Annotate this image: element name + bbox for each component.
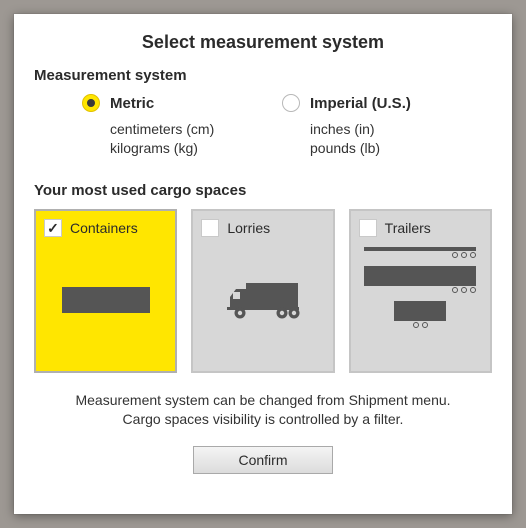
measurement-radio-group: Metric centimeters (cm) kilograms (kg) I… [34, 94, 492, 158]
measurement-option-metric[interactable]: Metric centimeters (cm) kilograms (kg) [82, 94, 282, 158]
measurement-option-imperial[interactable]: Imperial (U.S.) inches (in) pounds (lb) [282, 94, 482, 158]
cargo-section-label: Your most used cargo spaces [34, 182, 492, 199]
measurement-dialog: Select measurement system Measurement sy… [14, 14, 512, 514]
radio-imperial-label: Imperial (U.S.) [310, 95, 411, 112]
cargo-card-containers[interactable]: Containers [34, 209, 177, 373]
container-icon [62, 287, 150, 313]
checkbox-trailers[interactable] [359, 219, 377, 237]
checkbox-lorries[interactable] [201, 219, 219, 237]
card-label-lorries: Lorries [227, 220, 270, 236]
dialog-title: Select measurement system [34, 32, 492, 53]
radio-metric-sub: centimeters (cm) kilograms (kg) [82, 120, 214, 158]
radio-metric-icon[interactable] [82, 94, 100, 112]
radio-imperial-sub: inches (in) pounds (lb) [282, 120, 380, 158]
trailer-icon [359, 243, 482, 328]
measurement-section-label: Measurement system [34, 67, 492, 84]
card-label-containers: Containers [70, 220, 138, 236]
cargo-card-trailers[interactable]: Trailers [349, 209, 492, 373]
card-label-trailers: Trailers [385, 220, 431, 236]
hint-text: Measurement system can be changed from S… [34, 391, 492, 430]
radio-imperial-icon[interactable] [282, 94, 300, 112]
confirm-button[interactable]: Confirm [193, 446, 333, 474]
checkbox-containers[interactable] [44, 219, 62, 237]
cargo-cards: Containers Lorries [34, 209, 492, 373]
truck-icon [224, 279, 302, 321]
cargo-card-lorries[interactable]: Lorries [191, 209, 334, 373]
radio-metric-label: Metric [110, 95, 154, 112]
